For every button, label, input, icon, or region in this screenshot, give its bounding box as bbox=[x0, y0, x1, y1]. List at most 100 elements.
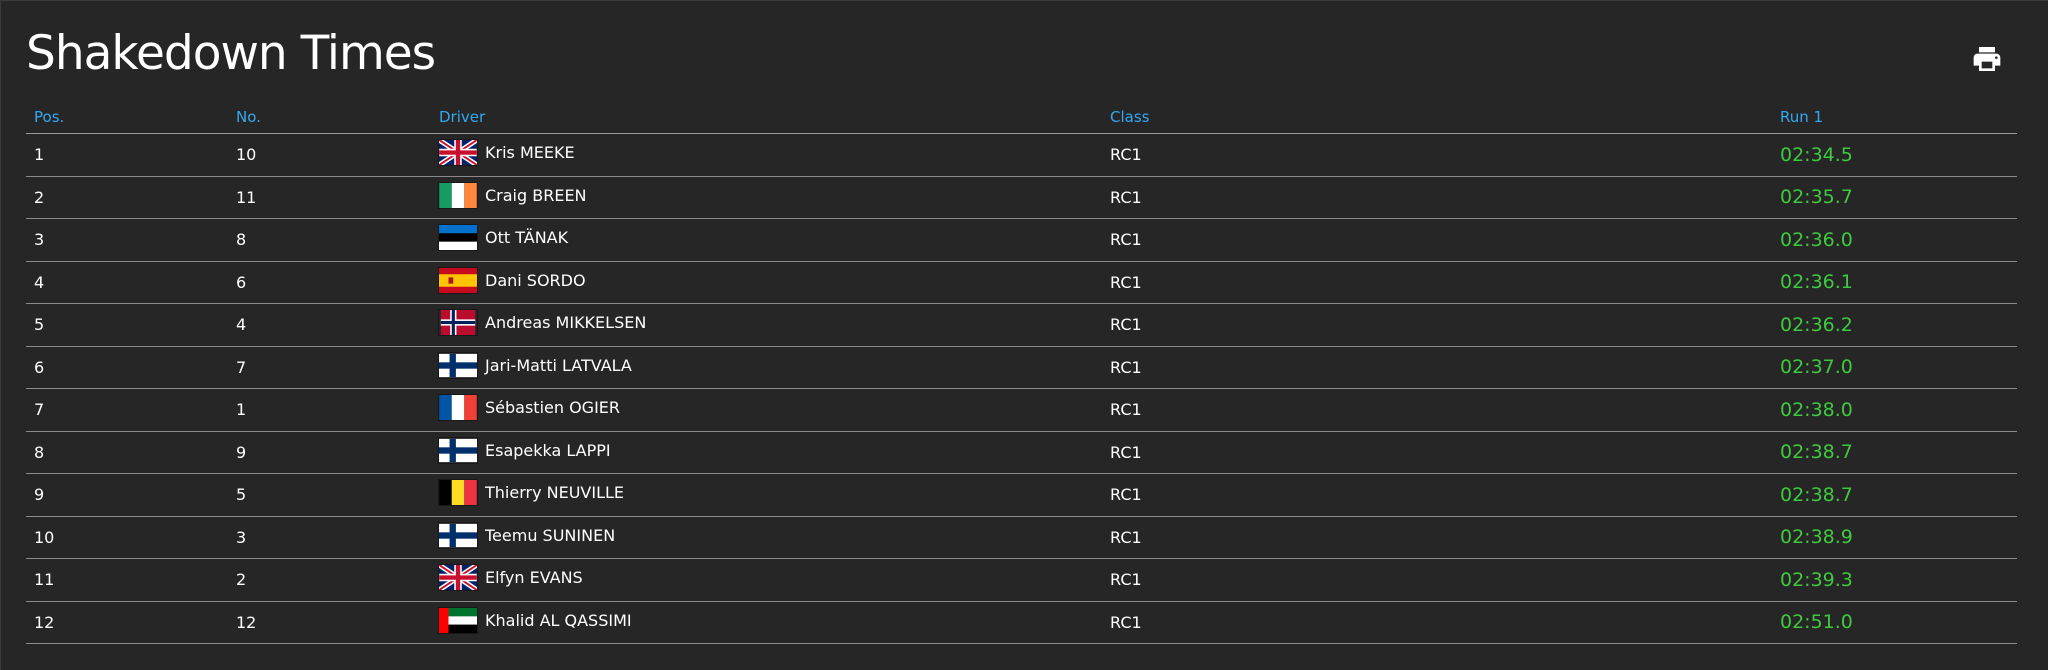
belgium-flag-icon bbox=[439, 480, 477, 506]
cell-driver: Esapekka LAPPI bbox=[431, 431, 1102, 474]
cell-class: RC1 bbox=[1102, 133, 1772, 177]
driver-name[interactable]: Craig BREEN bbox=[485, 186, 587, 205]
cell-no: 3 bbox=[228, 516, 431, 559]
finland-flag-icon bbox=[439, 353, 477, 378]
cell-run1: 02:36.1 bbox=[1772, 261, 2017, 304]
cell-run1: 02:39.3 bbox=[1772, 558, 2017, 602]
cell-run1: 02:36.2 bbox=[1772, 303, 2017, 347]
table-row: 1 10 Kris MEEKE RC1 02:34.5 bbox=[26, 133, 2017, 177]
france-flag-icon bbox=[439, 395, 477, 421]
cell-run1: 02:38.7 bbox=[1772, 431, 2017, 474]
header-run1[interactable]: Run 1 bbox=[1772, 101, 2017, 134]
header-driver[interactable]: Driver bbox=[431, 101, 1102, 134]
driver-name[interactable]: Dani SORDO bbox=[485, 271, 586, 290]
norway-flag-icon bbox=[439, 310, 477, 336]
table-row: 4 6 Dani SORDO RC1 02:36.1 bbox=[26, 261, 2017, 304]
driver-name[interactable]: Jari-Matti LATVALA bbox=[485, 356, 632, 375]
cell-pos: 12 bbox=[26, 601, 228, 644]
uk-flag-icon bbox=[439, 565, 477, 591]
cell-class: RC1 bbox=[1102, 303, 1772, 347]
cell-run1: 02:38.9 bbox=[1772, 516, 2017, 559]
spain-flag-icon bbox=[439, 267, 477, 293]
cell-driver: Craig BREEN bbox=[431, 176, 1102, 219]
cell-driver: Teemu SUNINEN bbox=[431, 516, 1102, 559]
driver-name[interactable]: Kris MEEKE bbox=[485, 143, 575, 162]
cell-pos: 1 bbox=[26, 133, 228, 177]
header-class[interactable]: Class bbox=[1102, 101, 1772, 134]
driver-name[interactable]: Esapekka LAPPI bbox=[485, 441, 611, 460]
cell-no: 1 bbox=[228, 388, 431, 432]
table-row: 2 11 Craig BREEN RC1 02:35.7 bbox=[26, 176, 2017, 219]
finland-flag-icon bbox=[439, 523, 477, 548]
cell-class: RC1 bbox=[1102, 473, 1772, 517]
ireland-flag-icon bbox=[439, 182, 477, 208]
cell-run1: 02:35.7 bbox=[1772, 176, 2017, 219]
cell-no: 11 bbox=[228, 176, 431, 219]
uk-flag-icon bbox=[439, 140, 477, 166]
print-button[interactable] bbox=[1971, 43, 2003, 75]
cell-run1: 02:51.0 bbox=[1772, 601, 2017, 644]
table-row: 11 2 Elfyn EVANS RC1 02:39.3 bbox=[26, 558, 2017, 602]
cell-run1: 02:38.7 bbox=[1772, 473, 2017, 517]
driver-name[interactable]: Khalid AL QASSIMI bbox=[485, 611, 632, 630]
table-header: Pos. No. Driver Class Run 1 bbox=[26, 101, 2017, 134]
driver-name[interactable]: Teemu SUNINEN bbox=[485, 526, 615, 545]
driver-name[interactable]: Ott TÄNAK bbox=[485, 228, 568, 247]
cell-pos: 3 bbox=[26, 218, 228, 262]
cell-pos: 11 bbox=[26, 558, 228, 602]
driver-name[interactable]: Elfyn EVANS bbox=[485, 568, 583, 587]
cell-pos: 9 bbox=[26, 473, 228, 517]
cell-no: 5 bbox=[228, 473, 431, 517]
cell-pos: 4 bbox=[26, 261, 228, 304]
cell-no: 6 bbox=[228, 261, 431, 304]
cell-pos: 6 bbox=[26, 346, 228, 389]
cell-driver: Ott TÄNAK bbox=[431, 218, 1102, 262]
header-no[interactable]: No. bbox=[228, 101, 431, 134]
cell-no: 12 bbox=[228, 601, 431, 644]
estonia-flag-icon bbox=[439, 225, 477, 251]
table-row: 6 7 Jari-Matti LATVALA RC1 02:37.0 bbox=[26, 346, 2017, 389]
cell-driver: Elfyn EVANS bbox=[431, 558, 1102, 602]
results-table: Pos. No. Driver Class Run 1 1 10 Kris MEEK… bbox=[26, 101, 2017, 644]
cell-class: RC1 bbox=[1102, 388, 1772, 432]
page-title: Shakedown Times bbox=[26, 26, 436, 81]
cell-no: 10 bbox=[228, 133, 431, 177]
cell-driver: Thierry NEUVILLE bbox=[431, 473, 1102, 517]
table-row: 5 4 Andreas MIKKELSEN RC1 02:36.2 bbox=[26, 303, 2017, 347]
cell-class: RC1 bbox=[1102, 558, 1772, 602]
table-row: 8 9 Esapekka LAPPI RC1 02:38.7 bbox=[26, 431, 2017, 474]
finland-flag-icon bbox=[439, 438, 477, 463]
cell-no: 2 bbox=[228, 558, 431, 602]
cell-run1: 02:36.0 bbox=[1772, 218, 2017, 262]
cell-no: 4 bbox=[228, 303, 431, 347]
cell-no: 8 bbox=[228, 218, 431, 262]
cell-pos: 10 bbox=[26, 516, 228, 559]
table-row: 7 1 Sébastien OGIER RC1 02:38.0 bbox=[26, 388, 2017, 432]
cell-driver: Kris MEEKE bbox=[431, 133, 1102, 177]
cell-class: RC1 bbox=[1102, 601, 1772, 644]
cell-class: RC1 bbox=[1102, 431, 1772, 474]
table-row: 3 8 Ott TÄNAK RC1 02:36.0 bbox=[26, 218, 2017, 262]
cell-no: 9 bbox=[228, 431, 431, 474]
driver-name[interactable]: Andreas MIKKELSEN bbox=[485, 313, 646, 332]
cell-pos: 7 bbox=[26, 388, 228, 432]
cell-no: 7 bbox=[228, 346, 431, 389]
cell-run1: 02:34.5 bbox=[1772, 133, 2017, 177]
driver-name[interactable]: Thierry NEUVILLE bbox=[485, 483, 624, 502]
cell-driver: Jari-Matti LATVALA bbox=[431, 346, 1102, 389]
cell-class: RC1 bbox=[1102, 176, 1772, 219]
cell-run1: 02:37.0 bbox=[1772, 346, 2017, 389]
table-row: 12 12 Khalid AL QASSIMI RC1 02:51.0 bbox=[26, 601, 2017, 644]
table-row: 10 3 Teemu SUNINEN RC1 02:38.9 bbox=[26, 516, 2017, 559]
driver-name[interactable]: Sébastien OGIER bbox=[485, 398, 620, 417]
cell-run1: 02:38.0 bbox=[1772, 388, 2017, 432]
cell-class: RC1 bbox=[1102, 261, 1772, 304]
print-icon bbox=[1971, 43, 2003, 75]
cell-class: RC1 bbox=[1102, 346, 1772, 389]
cell-pos: 8 bbox=[26, 431, 228, 474]
cell-driver: Andreas MIKKELSEN bbox=[431, 303, 1102, 347]
cell-driver: Dani SORDO bbox=[431, 261, 1102, 304]
table-body: 1 10 Kris MEEKE RC1 02:34.5 2 11 Craig BREEN RC1… bbox=[26, 133, 2017, 644]
uae-flag-icon bbox=[439, 607, 477, 633]
header-pos[interactable]: Pos. bbox=[26, 101, 228, 134]
